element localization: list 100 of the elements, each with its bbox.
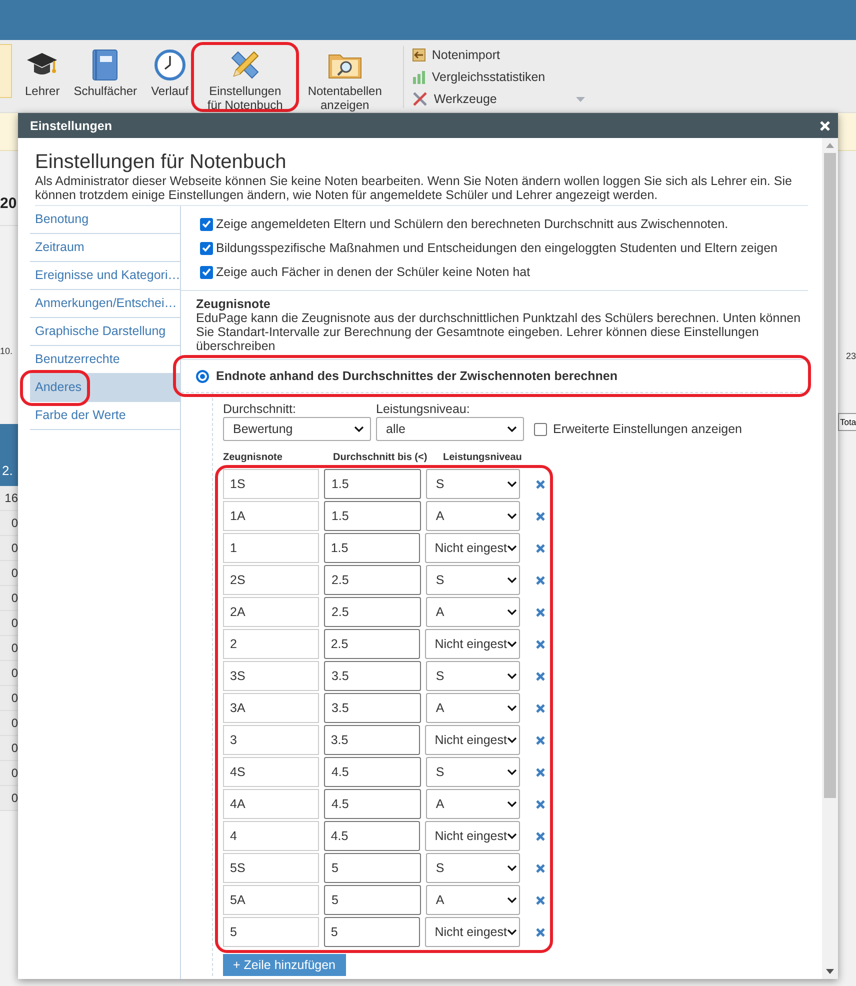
average-field[interactable]: 5	[324, 885, 421, 915]
delete-icon[interactable]	[536, 576, 546, 584]
delete-icon[interactable]	[536, 544, 545, 552]
grade-field[interactable]: 5S	[223, 853, 320, 883]
level-dropdown[interactable]: S	[426, 757, 520, 787]
nav-item[interactable]: Anmerkungen/Entschei…	[30, 290, 180, 318]
dropdown-field[interactable]: alle	[376, 417, 524, 441]
toolbar-button[interactable]: Lehrer	[18, 40, 67, 112]
nav-item[interactable]: Zeitraum	[30, 234, 180, 262]
level-dropdown[interactable]: A	[426, 789, 520, 819]
level-dropdown[interactable]: A	[426, 693, 520, 723]
toolbar-button[interactable]: Einstellungen für Notenbuch	[195, 40, 295, 112]
average-field[interactable]: 2.5	[324, 629, 420, 659]
grade-field[interactable]: 5	[223, 917, 319, 947]
level-dropdown[interactable]: S	[426, 661, 520, 691]
checkbox[interactable]	[200, 266, 213, 278]
average-field[interactable]: 4.5	[324, 821, 420, 851]
delete-icon[interactable]	[536, 640, 545, 648]
level-dropdown[interactable]: Nicht eingest	[424, 533, 520, 563]
average-field[interactable]: 2.5	[324, 565, 421, 595]
delete-icon[interactable]	[536, 928, 545, 936]
average-field[interactable]: 1.5	[324, 501, 421, 531]
level-dropdown[interactable]: A	[426, 501, 520, 531]
grade-field[interactable]: 1	[223, 533, 319, 563]
nav-item[interactable]: Graphische Darstellung	[30, 318, 180, 346]
grade-field[interactable]: 2A	[223, 597, 320, 627]
delete-icon[interactable]	[536, 864, 546, 872]
toolbar-button[interactable]: Notenimport	[412, 44, 585, 66]
level-dropdown[interactable]: Nicht eingest	[424, 821, 520, 851]
delete-icon[interactable]	[536, 896, 546, 904]
grade-field[interactable]: 3	[223, 725, 319, 755]
delete-icon[interactable]	[536, 768, 546, 776]
scrollbar-thumb[interactable]	[824, 153, 836, 798]
nav-item[interactable]: Farbe der Werte	[30, 402, 180, 430]
grade-field[interactable]: 2S	[223, 565, 320, 595]
toolbar-button[interactable]: Werkzeuge	[412, 88, 585, 110]
scroll-down-icon[interactable]	[826, 969, 834, 974]
average-field[interactable]: 5	[324, 917, 420, 947]
delete-icon[interactable]	[536, 800, 546, 808]
grade-field[interactable]: 1S	[223, 469, 320, 499]
chevron-icon	[506, 833, 517, 839]
grade-field[interactable]: 3S	[223, 661, 320, 691]
delete-icon[interactable]	[536, 608, 546, 616]
close-icon[interactable]	[820, 120, 830, 130]
level-dropdown[interactable]: S	[426, 565, 520, 595]
column-header: 2.	[1, 463, 13, 480]
checkbox[interactable]	[534, 422, 547, 436]
total-button[interactable]: Tota	[838, 413, 856, 431]
delete-icon[interactable]	[536, 736, 545, 744]
average-field[interactable]: 4.5	[324, 757, 421, 787]
book-icon	[92, 48, 118, 82]
radio-button[interactable]	[196, 370, 209, 382]
toolbar-button[interactable]: Notentabellen anzeigen	[300, 40, 389, 112]
level-dropdown[interactable]: A	[426, 885, 520, 915]
delete-icon[interactable]	[536, 672, 546, 680]
average-field[interactable]: 4.5	[324, 789, 421, 819]
level-dropdown[interactable]: S	[426, 469, 520, 499]
average-field[interactable]: 5	[324, 853, 421, 883]
toolbar-button[interactable]: Schulfächer	[66, 40, 144, 112]
checkbox[interactable]	[200, 218, 213, 230]
average-field[interactable]: 3.5	[324, 693, 421, 723]
chevron-icon	[507, 801, 518, 807]
checkbox-label: Zeige auch Fächer in denen der Schüler keine Noten hat	[216, 265, 530, 279]
dropdown-field[interactable]: Bewertung	[223, 417, 371, 441]
grade-field[interactable]: 4A	[223, 789, 320, 819]
grade-field[interactable]: 3A	[223, 693, 320, 723]
average-field[interactable]: 3.5	[324, 725, 420, 755]
level-dropdown[interactable]: Nicht eingest	[424, 629, 520, 659]
table-cell: 0	[0, 611, 18, 636]
toolbar-button[interactable]: Verlauf	[144, 40, 196, 112]
scrollbar[interactable]	[822, 138, 838, 979]
chevron-icon	[507, 865, 518, 871]
average-field[interactable]: 2.5	[324, 597, 421, 627]
toolbar-button[interactable]: Vergleichsstatistiken	[412, 66, 585, 88]
average-field[interactable]: 1.5	[324, 533, 420, 563]
table-cell: 0	[0, 561, 18, 586]
table-cell: 0	[0, 786, 18, 811]
checkbox[interactable]	[200, 242, 213, 254]
table-cell: 16	[0, 486, 18, 511]
average-field[interactable]: 1.5	[324, 469, 421, 499]
nav-item[interactable]: Ereignisse und Kategori…	[30, 262, 180, 290]
delete-icon[interactable]	[536, 704, 546, 712]
level-dropdown[interactable]: Nicht eingest	[424, 725, 520, 755]
nav-item[interactable]: Benotung	[30, 206, 180, 234]
delete-icon[interactable]	[536, 832, 545, 840]
delete-icon[interactable]	[536, 480, 546, 488]
level-dropdown[interactable]: Nicht eingest	[424, 917, 520, 947]
grade-field[interactable]: 4S	[223, 757, 320, 787]
level-dropdown[interactable]: S	[426, 853, 520, 883]
grade-field[interactable]: 2	[223, 629, 319, 659]
average-field[interactable]: 3.5	[324, 661, 421, 691]
chevron-icon	[507, 769, 518, 775]
scroll-up-icon[interactable]	[826, 143, 834, 148]
grade-field[interactable]: 1A	[223, 501, 320, 531]
chevron-icon	[354, 426, 364, 432]
grade-field[interactable]: 4	[223, 821, 319, 851]
grade-field[interactable]: 5A	[223, 885, 320, 915]
delete-icon[interactable]	[536, 512, 546, 520]
chevron-icon	[506, 641, 517, 647]
level-dropdown[interactable]: A	[426, 597, 520, 627]
